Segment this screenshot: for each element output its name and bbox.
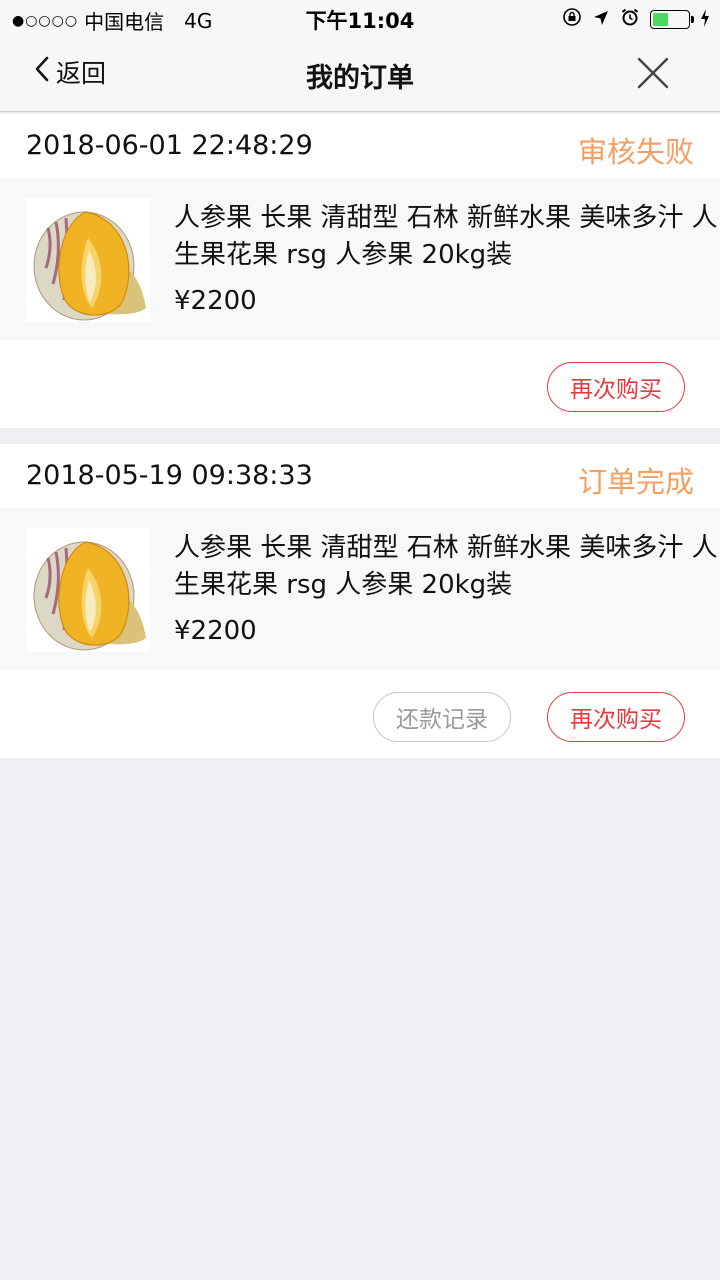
- order-product[interactable]: 人参果 长果 清甜型 石林 新鲜水果 美味多汁 人生果花果 rsg 人参果 20…: [0, 178, 720, 340]
- orientation-lock-icon: [562, 7, 582, 32]
- status-right: [562, 7, 710, 32]
- status-bar: ●○○○○ 中国电信 4G 下午11:04: [0, 0, 720, 36]
- rebuy-button[interactable]: 再次购买: [547, 362, 685, 412]
- order-actions: 再次购买: [0, 340, 720, 428]
- repayment-record-button[interactable]: 还款记录: [373, 692, 511, 742]
- order-actions: 还款记录 再次购买: [0, 670, 720, 758]
- rebuy-button[interactable]: 再次购买: [547, 692, 685, 742]
- order-status: 订单完成: [577, 465, 694, 499]
- page-title: 我的订单: [306, 63, 414, 94]
- alarm-icon: [620, 7, 640, 32]
- close-button[interactable]: [636, 56, 670, 94]
- product-image[interactable]: [26, 198, 150, 322]
- product-image[interactable]: [26, 528, 150, 652]
- order-product[interactable]: 人参果 长果 清甜型 石林 新鲜水果 美味多汁 人生果花果 rsg 人参果 20…: [0, 508, 720, 670]
- location-arrow-icon: [592, 8, 610, 32]
- close-icon: [636, 57, 670, 94]
- order-card: 2018-06-01 22:48:29 审核失败 人参果 长果 清甜型 石林 新…: [0, 114, 720, 428]
- order-time: 2018-06-01 22:48:29: [26, 130, 313, 161]
- product-price: ¥2200: [174, 616, 257, 646]
- product-title: 人参果 长果 清甜型 石林 新鲜水果 美味多汁 人生果花果 rsg 人参果 20…: [174, 533, 718, 600]
- product-title: 人参果 长果 清甜型 石林 新鲜水果 美味多汁 人生果花果 rsg 人参果 20…: [174, 203, 718, 270]
- order-status: 审核失败: [577, 135, 694, 169]
- order-header: 2018-05-19 09:38:33 订单完成: [0, 444, 720, 508]
- battery-icon: [650, 10, 694, 29]
- nav-bar: 返回 我的订单: [0, 36, 720, 112]
- charging-icon: [700, 8, 710, 32]
- order-card: 2018-05-19 09:38:33 订单完成 人参果 长果 清甜型 石林 新…: [0, 444, 720, 758]
- product-price: ¥2200: [174, 286, 257, 316]
- order-header: 2018-06-01 22:48:29 审核失败: [0, 114, 720, 178]
- order-time: 2018-05-19 09:38:33: [26, 460, 313, 491]
